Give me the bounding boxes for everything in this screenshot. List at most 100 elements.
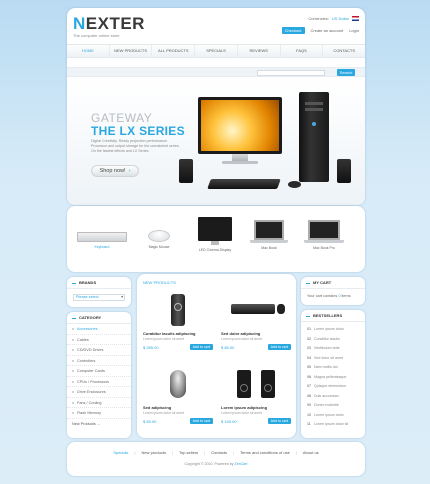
header-panel: NEXTER The computer online store Currenc… <box>67 8 365 205</box>
category-keyboard[interactable]: Keyboard <box>75 214 129 249</box>
list-item[interactable]: Cables <box>67 335 131 345</box>
cart-box: My Cart Your cart contains 0 items <box>301 277 365 305</box>
list-item[interactable]: Drive Enclosures <box>67 387 131 398</box>
nav-all-products[interactable]: All Products <box>152 45 196 57</box>
list-item[interactable]: 02 Curabitur iaculis <box>301 335 365 345</box>
product-image[interactable] <box>143 290 213 330</box>
more-link[interactable]: New Products ... <box>67 419 131 430</box>
list-item[interactable]: Accessories <box>67 324 131 335</box>
footer-link-new-products[interactable]: New products <box>141 450 165 455</box>
category-magic-mouse[interactable]: Magic Mouse <box>137 214 181 249</box>
brands-title: Brands <box>67 277 131 289</box>
product-card[interactable]: Sed adipiscing Lorem ipsum dolor sit ame… <box>143 364 213 424</box>
banner-subheading: THE LX SERIES <box>91 124 185 138</box>
nav-home[interactable]: Home <box>67 45 110 57</box>
add-to-cart-button[interactable]: Add to cart <box>189 344 213 350</box>
logo[interactable]: NEXTER <box>73 14 145 34</box>
add-to-cart-button[interactable]: Add to cart <box>267 418 291 424</box>
footer-link-specials[interactable]: Specials <box>113 450 128 455</box>
nav-specials[interactable]: Specials <box>195 45 238 57</box>
display-icon <box>198 217 232 245</box>
category-strip: Keyboard Magic Mouse LED Cinema Display … <box>67 206 365 272</box>
chevron-right-icon: › <box>128 168 131 174</box>
copyright: Copyright © 2010. Powered by ZenCart <box>184 462 248 466</box>
laptop-pro-icon <box>304 220 344 243</box>
bestsellers-list: 01 Lorem ipsum dolor 02 Curabitur iaculi… <box>301 322 365 430</box>
footer-link-about[interactable]: About us <box>303 450 319 455</box>
list-item[interactable]: Fans / Cooling <box>67 398 131 408</box>
product-card[interactable]: Lorem ipsum adipiscing Lorem ipsum dolor… <box>221 364 291 424</box>
monitor-image <box>198 97 282 154</box>
powered-by-link[interactable]: ZenCart <box>235 462 248 466</box>
category-mac-book-pro[interactable]: Mac Book Pro <box>299 214 349 250</box>
list-item[interactable]: Computer Cards <box>67 366 131 377</box>
list-item[interactable]: 07 Quisque elementum <box>301 382 365 392</box>
banner-text: Digital Creativity. Ready projection per… <box>91 139 180 153</box>
product-image[interactable] <box>221 290 291 330</box>
currency-selector: Currencies: US Dollar <box>308 16 359 21</box>
list-item[interactable]: 04 Sed dolor sit amet <box>301 354 365 364</box>
monitor-base <box>222 161 258 164</box>
category-box: Category Accessories Cables CD/DVD Drive… <box>67 312 131 438</box>
search-button[interactable]: Search <box>337 69 355 76</box>
footer-link-contacts[interactable]: Contacts <box>211 450 227 455</box>
nav-faqs[interactable]: FAQs <box>281 45 324 57</box>
mouse-image <box>288 181 301 188</box>
list-item[interactable]: 08 Duis accumsan <box>301 392 365 402</box>
list-item[interactable]: 01 Lorem ipsum dolor <box>301 325 365 335</box>
list-item[interactable]: CD/DVD Drives <box>67 345 131 356</box>
product-price: $ 190.00 <box>221 418 237 424</box>
list-item[interactable]: 10 Lorem ipsum dolor <box>301 411 365 421</box>
main-nav: Home New Products All Products Specials … <box>67 44 365 58</box>
list-item[interactable]: Controllers <box>67 356 131 366</box>
login-link[interactable]: Login <box>349 28 359 33</box>
list-item[interactable]: 11 Lorem ipsum dolor sit <box>301 420 365 430</box>
category-title: Category <box>67 312 131 324</box>
keyboard-image <box>207 179 281 189</box>
checkout-button[interactable]: Checkout <box>281 27 305 34</box>
product-card[interactable]: Curabitur iaculis adipiscing Lorem ipsum… <box>143 290 213 350</box>
category-list: Accessories Cables CD/DVD Drives Control… <box>67 324 131 429</box>
logo-tagline: The computer online store <box>73 33 120 38</box>
search-input[interactable] <box>257 70 325 76</box>
add-to-cart-button[interactable]: Add to cart <box>267 344 291 350</box>
currency-dropdown[interactable]: US Dollar <box>332 16 349 21</box>
hero-banner: GATEWAY THE LX SERIES Digital Creativity… <box>67 77 365 205</box>
footer-link-top-sellers[interactable]: Top sellers <box>179 450 198 455</box>
product-card[interactable]: Sed dolor adipiscing Lorem ipsum dolor s… <box>221 290 291 350</box>
list-item[interactable]: 09 Donec molestie <box>301 401 365 411</box>
list-item[interactable]: CPUs / Processors <box>67 377 131 387</box>
product-image[interactable] <box>143 364 213 404</box>
nav-new-products[interactable]: New Products <box>110 45 153 57</box>
list-item[interactable]: 03 Vestibulum ante <box>301 344 365 354</box>
footer: Specials | New products | Top sellers | Con… <box>67 442 365 476</box>
product-price: $ 285.00 <box>143 344 159 350</box>
cart-summary: Your cart contains 0 items <box>307 294 351 298</box>
footer-link-terms[interactable]: Terms and conditions of use <box>240 450 290 455</box>
brand-select[interactable]: Please select ▾ <box>73 294 125 301</box>
product-image[interactable] <box>221 364 291 404</box>
list-item[interactable]: Flash Memory <box>67 408 131 419</box>
bestsellers-title: Bestsellers <box>301 310 365 322</box>
new-products-title: New Products <box>143 280 176 285</box>
bestsellers-box: Bestsellers 01 Lorem ipsum dolor 02 Cura… <box>301 310 365 438</box>
currencies-label: Currencies: <box>308 16 329 21</box>
shop-now-button[interactable]: Shop now! › <box>91 165 139 177</box>
add-to-cart-button[interactable]: Add to cart <box>189 418 213 424</box>
create-account-link[interactable]: Create an account <box>311 28 344 33</box>
product-price: $ 65.00 <box>143 418 157 424</box>
nav-contacts[interactable]: Contacts <box>323 45 365 57</box>
nav-reviews[interactable]: Reviews <box>238 45 281 57</box>
speaker-right-image <box>337 159 351 183</box>
category-led-display[interactable]: LED Cinema Display <box>189 214 241 252</box>
list-item[interactable]: 05 Nam mollis dui <box>301 363 365 373</box>
mouse-icon <box>148 230 170 242</box>
speaker-left-image <box>179 159 193 183</box>
list-item[interactable]: 06 Magna pellentesque <box>301 373 365 383</box>
uk-flag-icon[interactable] <box>352 16 359 21</box>
brands-box: Brands Please select ▾ <box>67 277 131 307</box>
laptop-icon <box>250 220 288 243</box>
category-mac-book[interactable]: Mac Book <box>247 214 291 250</box>
cart-title: My Cart <box>301 277 365 289</box>
keyboard-icon <box>77 232 127 242</box>
